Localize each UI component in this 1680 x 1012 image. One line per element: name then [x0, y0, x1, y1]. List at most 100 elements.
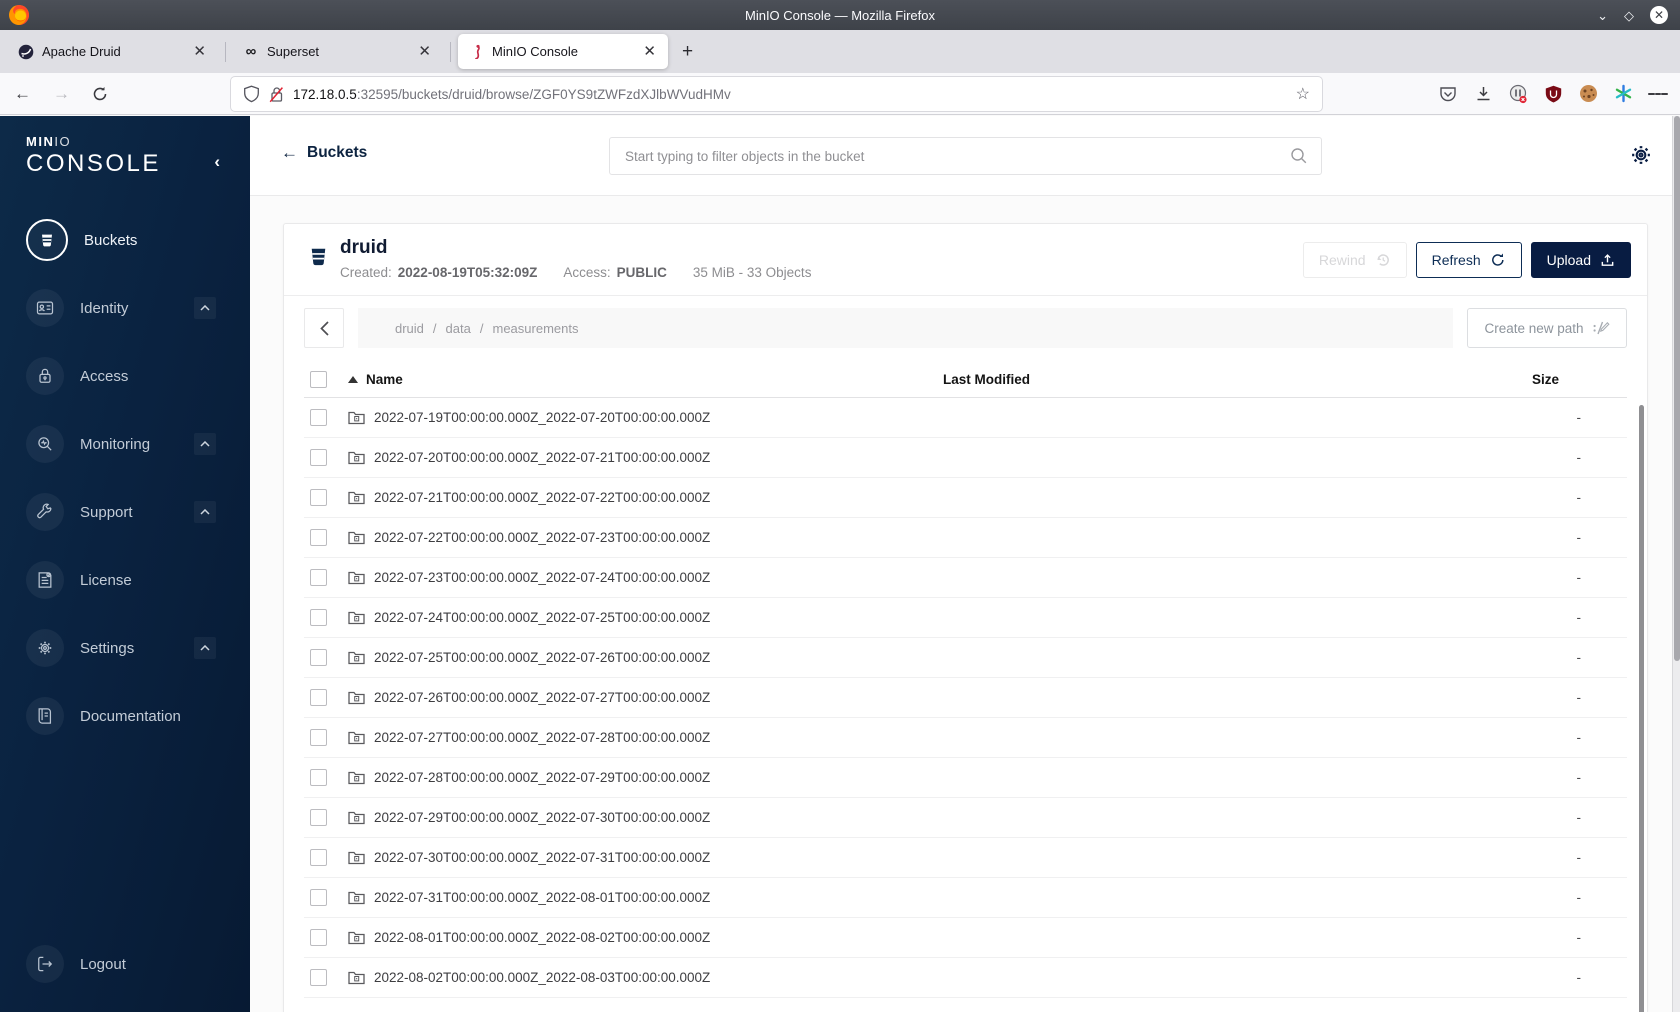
shield-icon[interactable]: [243, 85, 260, 103]
table-row[interactable]: 2022-07-21T00:00:00.000Z_2022-07-22T00:0…: [304, 478, 1627, 518]
object-name[interactable]: 2022-07-24T00:00:00.000Z_2022-07-25T00:0…: [374, 610, 710, 625]
row-checkbox[interactable]: [310, 809, 327, 826]
window-minimize-icon[interactable]: ⌄: [1597, 9, 1608, 22]
row-checkbox[interactable]: [310, 609, 327, 626]
chevron-up-icon[interactable]: [194, 433, 216, 455]
chevron-up-icon[interactable]: [194, 297, 216, 319]
table-row[interactable]: 2022-07-30T00:00:00.000Z_2022-07-31T00:0…: [304, 838, 1627, 878]
object-name[interactable]: 2022-07-20T00:00:00.000Z_2022-07-21T00:0…: [374, 450, 710, 465]
size-column-header[interactable]: Size: [1487, 372, 1627, 387]
sidebar-item-access[interactable]: Access: [0, 354, 250, 398]
object-name[interactable]: 2022-07-26T00:00:00.000Z_2022-07-27T00:0…: [374, 690, 710, 705]
bookmark-star-icon[interactable]: ☆: [1296, 84, 1310, 104]
table-row[interactable]: 2022-08-02T00:00:00.000Z_2022-08-03T00:0…: [304, 958, 1627, 998]
row-checkbox[interactable]: [310, 729, 327, 746]
tab-minio-console[interactable]: MinIO Console ✕: [458, 34, 668, 69]
sidebar-item-documentation[interactable]: Documentation: [0, 694, 250, 738]
search-input[interactable]: [610, 148, 1290, 164]
table-row[interactable]: 2022-07-29T00:00:00.000Z_2022-07-30T00:0…: [304, 798, 1627, 838]
sidebar-item-license[interactable]: License: [0, 558, 250, 602]
page-scrollbar-thumb[interactable]: [1674, 116, 1680, 661]
row-checkbox[interactable]: [310, 849, 327, 866]
sidebar-item-monitoring[interactable]: Monitoring: [0, 422, 250, 466]
rewind-button[interactable]: Rewind: [1302, 242, 1407, 278]
table-scrollbar[interactable]: [1639, 405, 1644, 1012]
cookie-icon[interactable]: [1578, 84, 1598, 104]
object-name[interactable]: 2022-08-02T00:00:00.000Z_2022-08-03T00:0…: [374, 970, 710, 985]
reload-button[interactable]: [92, 86, 108, 102]
breadcrumb-segment[interactable]: data: [424, 321, 471, 336]
object-name[interactable]: 2022-07-28T00:00:00.000Z_2022-07-29T00:0…: [374, 770, 710, 785]
sidebar-item-settings[interactable]: Settings: [0, 626, 250, 670]
object-name[interactable]: 2022-07-27T00:00:00.000Z_2022-07-28T00:0…: [374, 730, 710, 745]
page-scrollbar[interactable]: [1672, 116, 1680, 1012]
sidebar-collapse-icon[interactable]: ‹: [214, 152, 220, 172]
menu-hamburger-icon[interactable]: [1648, 84, 1669, 104]
new-tab-button[interactable]: +: [682, 41, 693, 63]
sidebar-item-buckets[interactable]: Buckets: [0, 218, 250, 262]
url-bar[interactable]: 172.18.0.5:32595/buckets/druid/browse/ZG…: [231, 77, 1322, 111]
back-button[interactable]: ←: [14, 84, 31, 104]
object-name[interactable]: 2022-07-19T00:00:00.000Z_2022-07-20T00:0…: [374, 410, 710, 425]
ublock-icon[interactable]: [1543, 84, 1563, 104]
sidebar-item-support[interactable]: Support: [0, 490, 250, 534]
tab-close-icon[interactable]: ✕: [641, 44, 658, 59]
row-checkbox[interactable]: [310, 569, 327, 586]
breadcrumb-segment[interactable]: measurements: [471, 321, 578, 336]
tab-close-icon[interactable]: ✕: [416, 44, 433, 59]
window-close-icon[interactable]: ✕: [1650, 6, 1668, 24]
table-row[interactable]: 2022-07-24T00:00:00.000Z_2022-07-25T00:0…: [304, 598, 1627, 638]
tab-superset[interactable]: ∞ Superset ✕: [233, 34, 443, 69]
chevron-up-icon[interactable]: [194, 501, 216, 523]
chevron-up-icon[interactable]: [194, 637, 216, 659]
last-modified-column-header[interactable]: Last Modified: [943, 372, 1487, 387]
breadcrumb[interactable]: druiddatameasurements: [358, 308, 1453, 348]
window-maximize-icon[interactable]: ◇: [1624, 9, 1634, 22]
table-row[interactable]: 2022-07-23T00:00:00.000Z_2022-07-24T00:0…: [304, 558, 1627, 598]
settings-gear-button[interactable]: [1628, 142, 1654, 168]
table-row[interactable]: 2022-07-26T00:00:00.000Z_2022-07-27T00:0…: [304, 678, 1627, 718]
sort-asc-icon[interactable]: [348, 376, 358, 383]
table-row[interactable]: 2022-08-01T00:00:00.000Z_2022-08-02T00:0…: [304, 918, 1627, 958]
table-row[interactable]: 2022-07-22T00:00:00.000Z_2022-07-23T00:0…: [304, 518, 1627, 558]
pocket-icon[interactable]: [1438, 84, 1458, 104]
colorful-asterisk-icon[interactable]: [1613, 84, 1633, 104]
row-checkbox[interactable]: [310, 649, 327, 666]
object-name[interactable]: 2022-07-21T00:00:00.000Z_2022-07-22T00:0…: [374, 490, 710, 505]
object-name[interactable]: 2022-07-25T00:00:00.000Z_2022-07-26T00:0…: [374, 650, 710, 665]
select-all-checkbox[interactable]: [310, 371, 327, 388]
object-name[interactable]: 2022-07-22T00:00:00.000Z_2022-07-23T00:0…: [374, 530, 710, 545]
row-checkbox[interactable]: [310, 689, 327, 706]
row-checkbox[interactable]: [310, 969, 327, 986]
object-name[interactable]: 2022-07-23T00:00:00.000Z_2022-07-24T00:0…: [374, 570, 710, 585]
create-new-path-button[interactable]: Create new path: [1467, 308, 1627, 348]
breadcrumb-back-button[interactable]: [304, 308, 344, 348]
object-name[interactable]: 2022-07-30T00:00:00.000Z_2022-07-31T00:0…: [374, 850, 710, 865]
sidebar-item-logout[interactable]: Logout: [0, 942, 250, 986]
object-name[interactable]: 2022-07-29T00:00:00.000Z_2022-07-30T00:0…: [374, 810, 710, 825]
refresh-button[interactable]: Refresh: [1415, 242, 1522, 278]
name-column-header[interactable]: Name: [366, 372, 403, 387]
upload-button[interactable]: Upload: [1530, 242, 1631, 278]
object-name[interactable]: 2022-08-01T00:00:00.000Z_2022-08-02T00:0…: [374, 930, 710, 945]
row-checkbox[interactable]: [310, 529, 327, 546]
download-icon[interactable]: [1473, 84, 1493, 104]
lock-insecure-icon[interactable]: [269, 86, 284, 103]
sidebar-item-identity[interactable]: Identity: [0, 286, 250, 330]
table-row[interactable]: 2022-07-27T00:00:00.000Z_2022-07-28T00:0…: [304, 718, 1627, 758]
row-checkbox[interactable]: [310, 489, 327, 506]
row-checkbox[interactable]: [310, 929, 327, 946]
tab-close-icon[interactable]: ✕: [191, 44, 208, 59]
url-text[interactable]: 172.18.0.5:32595/buckets/druid/browse/ZG…: [293, 87, 1296, 102]
table-row[interactable]: 2022-07-20T00:00:00.000Z_2022-07-21T00:0…: [304, 438, 1627, 478]
forward-button[interactable]: →: [53, 84, 70, 104]
row-checkbox[interactable]: [310, 449, 327, 466]
tab-apache-druid[interactable]: Apache Druid ✕: [8, 34, 218, 69]
table-row[interactable]: 2022-07-28T00:00:00.000Z_2022-07-29T00:0…: [304, 758, 1627, 798]
breadcrumb-segment[interactable]: druid: [395, 321, 424, 336]
table-row[interactable]: 2022-07-25T00:00:00.000Z_2022-07-26T00:0…: [304, 638, 1627, 678]
row-checkbox[interactable]: [310, 889, 327, 906]
table-row[interactable]: 2022-07-19T00:00:00.000Z_2022-07-20T00:0…: [304, 398, 1627, 438]
back-to-buckets-link[interactable]: ← Buckets: [281, 143, 367, 163]
row-checkbox[interactable]: [310, 409, 327, 426]
